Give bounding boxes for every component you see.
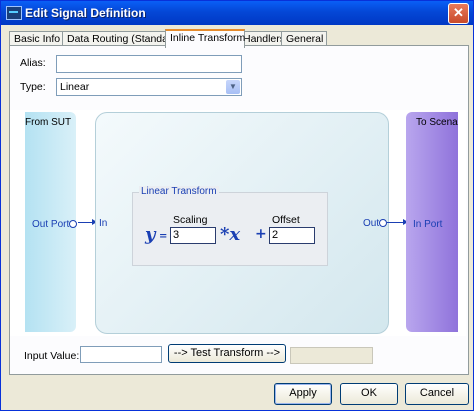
from-sut-block: From SUT Out Port: [25, 112, 77, 332]
linear-transform-group: Linear Transform y = Scaling 3 *x + Offs…: [132, 186, 328, 266]
test-output-field: [290, 347, 373, 364]
chevron-down-icon[interactable]: ▼: [226, 80, 240, 94]
to-scenario-block: To Scenario In Port: [406, 112, 458, 332]
tab-data-routing[interactable]: Data Routing (Standard): [62, 31, 181, 46]
in-port-label-target: In Port: [413, 219, 443, 230]
plus-symbol: +: [255, 226, 267, 242]
tab-general[interactable]: General: [281, 31, 327, 46]
from-sut-title: From SUT: [25, 117, 72, 128]
times-x-symbol: *x: [220, 224, 241, 245]
tab-basic-info[interactable]: Basic Info: [9, 31, 63, 46]
dialog-window: Edit Signal Definition ✕ Basic Info Data…: [0, 0, 474, 411]
scaling-label: Scaling: [173, 214, 208, 226]
cancel-button[interactable]: Cancel: [405, 383, 469, 405]
transform-diagram: From SUT Out Port In Out Linear Transfor…: [10, 110, 466, 336]
type-dropdown[interactable]: Linear ▼: [56, 78, 242, 96]
out-port-label: Out Port: [32, 219, 70, 230]
input-value-label: Input Value:: [24, 350, 80, 362]
to-scenario-title: To Scenario: [416, 117, 458, 128]
in-port-label: In: [99, 218, 108, 229]
group-title: Linear Transform: [139, 186, 219, 197]
tab-inline-transform[interactable]: Inline Transform: [165, 29, 245, 48]
alias-label: Alias:: [20, 57, 46, 69]
app-icon: [6, 6, 22, 20]
equals-symbol: =: [159, 231, 168, 242]
ok-button[interactable]: OK: [340, 383, 398, 405]
close-button[interactable]: ✕: [448, 3, 469, 24]
alias-input[interactable]: [56, 55, 242, 73]
out-label: Out: [363, 218, 380, 229]
y-symbol: y: [145, 224, 156, 245]
transform-out-connector[interactable]: [379, 219, 387, 227]
offset-label: Offset: [272, 214, 300, 226]
apply-button[interactable]: Apply: [274, 383, 332, 405]
offset-input[interactable]: 2: [269, 227, 315, 244]
scaling-input[interactable]: 3: [170, 227, 216, 244]
type-selected-value: Linear: [60, 81, 90, 93]
inline-transform-panel: Alias: Type: Linear ▼ From SUT Out Port …: [9, 45, 469, 375]
title-bar[interactable]: Edit Signal Definition ✕: [1, 1, 473, 25]
test-transform-button[interactable]: --> Test Transform -->: [168, 344, 286, 363]
type-label: Type:: [20, 81, 46, 93]
input-value-field[interactable]: [80, 346, 162, 363]
out-port-connector[interactable]: [69, 220, 77, 228]
window-title: Edit Signal Definition: [25, 6, 146, 20]
